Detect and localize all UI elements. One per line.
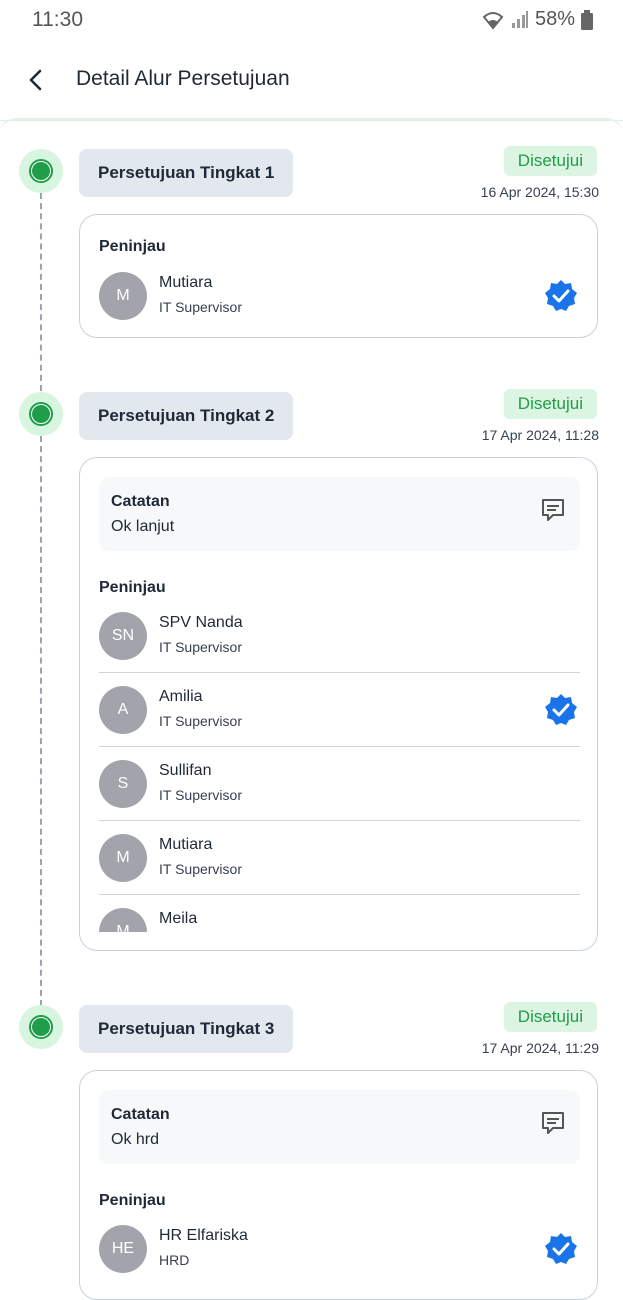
reviewer-card: Catatan Ok lanjut Peninjau SN SPV Nanda … bbox=[79, 457, 598, 951]
timeline-dot bbox=[19, 149, 63, 193]
approval-timestamp: 16 Apr 2024, 15:30 bbox=[480, 184, 599, 200]
comment-icon bbox=[542, 1112, 564, 1134]
approval-timestamp: 17 Apr 2024, 11:29 bbox=[481, 1040, 599, 1056]
reviewer-name: SPV Nanda bbox=[159, 614, 243, 631]
reviewer-role: IT Supervisor bbox=[159, 639, 242, 655]
back-button[interactable] bbox=[22, 66, 50, 94]
status-badge: Disetujui bbox=[503, 146, 597, 176]
note-label: Catatan bbox=[111, 1106, 170, 1123]
verified-check-icon bbox=[545, 1233, 577, 1264]
reviewer-row: SN SPV Nanda IT Supervisor bbox=[99, 599, 580, 673]
reviewer-role: IT Supervisor bbox=[159, 787, 242, 803]
status-badge: Disetujui bbox=[503, 1002, 597, 1032]
chevron-left-icon bbox=[29, 69, 42, 91]
reviewer-name: Mutiara bbox=[159, 836, 213, 853]
avatar: HE bbox=[99, 1225, 147, 1273]
reviewers-label: Peninjau bbox=[99, 579, 166, 596]
level-title: Persetujuan Tingkat 3 bbox=[79, 1005, 294, 1053]
note-box: Catatan Ok hrd bbox=[99, 1090, 580, 1164]
reviewer-name: Mutiara bbox=[159, 274, 213, 291]
avatar: M bbox=[99, 908, 147, 932]
reviewer-card: Catatan Ok hrd Peninjau HE HR Elfariska … bbox=[79, 1070, 598, 1300]
app-bar: Detail Alur Persetujuan bbox=[0, 40, 623, 121]
comment-icon bbox=[542, 499, 564, 521]
reviewers-label: Peninjau bbox=[99, 238, 166, 255]
wifi-icon bbox=[481, 10, 505, 30]
avatar: SN bbox=[99, 612, 147, 660]
reviewer-role: IT Supervisor bbox=[159, 861, 242, 877]
reviewer-row: HE HR Elfariska HRD bbox=[99, 1212, 580, 1286]
status-time: 11:30 bbox=[32, 8, 83, 31]
reviewer-row: A Amilia IT Supervisor bbox=[99, 673, 580, 747]
battery-percent: 58% bbox=[534, 8, 575, 30]
avatar: M bbox=[99, 272, 147, 320]
reviewer-row: S Sullifan IT Supervisor bbox=[99, 747, 580, 821]
status-icons: 58% bbox=[481, 8, 593, 31]
timeline-connector bbox=[40, 436, 42, 1006]
timeline-connector bbox=[40, 193, 42, 391]
content-top-edge bbox=[0, 118, 623, 140]
reviewers-label: Peninjau bbox=[99, 1192, 166, 1209]
reviewer-row: M Mutiara IT Supervisor bbox=[99, 259, 580, 333]
reviewer-card: Peninjau M Mutiara IT Supervisor bbox=[79, 214, 598, 338]
avatar: S bbox=[99, 760, 147, 808]
reviewer-role: IT Supervisor bbox=[159, 299, 242, 315]
level-title: Persetujuan Tingkat 1 bbox=[79, 149, 294, 197]
reviewer-name: HR Elfariska bbox=[159, 1227, 248, 1244]
verified-check-icon bbox=[545, 694, 577, 725]
note-box: Catatan Ok lanjut bbox=[99, 477, 580, 551]
level-title: Persetujuan Tingkat 2 bbox=[79, 392, 294, 440]
page-title: Detail Alur Persetujuan bbox=[76, 67, 290, 90]
reviewer-name: Amilia bbox=[159, 688, 203, 705]
reviewer-list-clip: M Meila bbox=[80, 895, 597, 932]
reviewer-row: M Mutiara IT Supervisor bbox=[99, 821, 580, 895]
avatar: M bbox=[99, 834, 147, 882]
battery-icon bbox=[581, 9, 593, 30]
reviewer-role: IT Supervisor bbox=[159, 713, 242, 729]
timeline-dot bbox=[19, 392, 63, 436]
reviewer-name: Sullifan bbox=[159, 762, 212, 779]
reviewer-role: HRD bbox=[159, 1252, 190, 1268]
note-label: Catatan bbox=[111, 493, 170, 510]
timeline-dot bbox=[19, 1005, 63, 1049]
reviewer-name: Meila bbox=[159, 910, 198, 927]
approval-timestamp: 17 Apr 2024, 11:28 bbox=[481, 427, 599, 443]
note-text: Ok hrd bbox=[111, 1131, 160, 1148]
signal-icon bbox=[511, 10, 529, 29]
status-bar: 11:30 58% bbox=[0, 0, 623, 40]
reviewer-row: M Meila bbox=[99, 895, 580, 932]
avatar: A bbox=[99, 686, 147, 734]
status-badge: Disetujui bbox=[503, 389, 597, 419]
verified-check-icon bbox=[545, 280, 577, 311]
note-text: Ok lanjut bbox=[111, 518, 175, 535]
